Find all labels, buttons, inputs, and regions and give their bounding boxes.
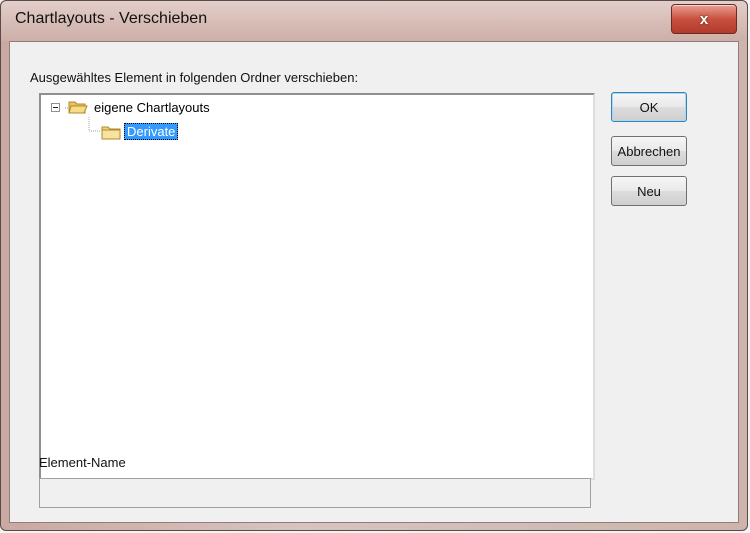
cancel-button[interactable]: Abbrechen	[611, 136, 687, 166]
tree-node-root[interactable]: eigene Chartlayouts	[51, 99, 210, 115]
instruction-label: Ausgewähltes Element in folgenden Ordner…	[30, 70, 359, 85]
close-icon: x	[699, 10, 709, 28]
element-name-field[interactable]	[39, 478, 591, 508]
title-bar[interactable]: Chartlayouts - Verschieben x	[1, 1, 747, 41]
close-button[interactable]: x	[671, 4, 737, 34]
open-folder-icon	[68, 101, 88, 114]
folder-icon	[101, 126, 121, 139]
ok-button[interactable]: OK	[611, 92, 687, 122]
window-title: Chartlayouts - Verschieben	[15, 10, 208, 27]
tree-node-derivate-label: Derivate	[124, 123, 179, 140]
folder-tree[interactable]: eigene Chartlayouts Derivate	[39, 93, 595, 480]
dialog-client-area: Ausgewähltes Element in folgenden Ordner…	[9, 41, 739, 523]
element-name-label: Element-Name	[39, 455, 126, 470]
collapse-icon[interactable]	[51, 102, 60, 112]
new-folder-button[interactable]: Neu	[611, 176, 687, 206]
tree-node-root-label: eigene Chartlayouts	[94, 99, 210, 115]
dialog-window: Chartlayouts - Verschieben x Ausgewählte…	[0, 0, 748, 531]
tree-node-derivate[interactable]: Derivate	[101, 123, 179, 140]
